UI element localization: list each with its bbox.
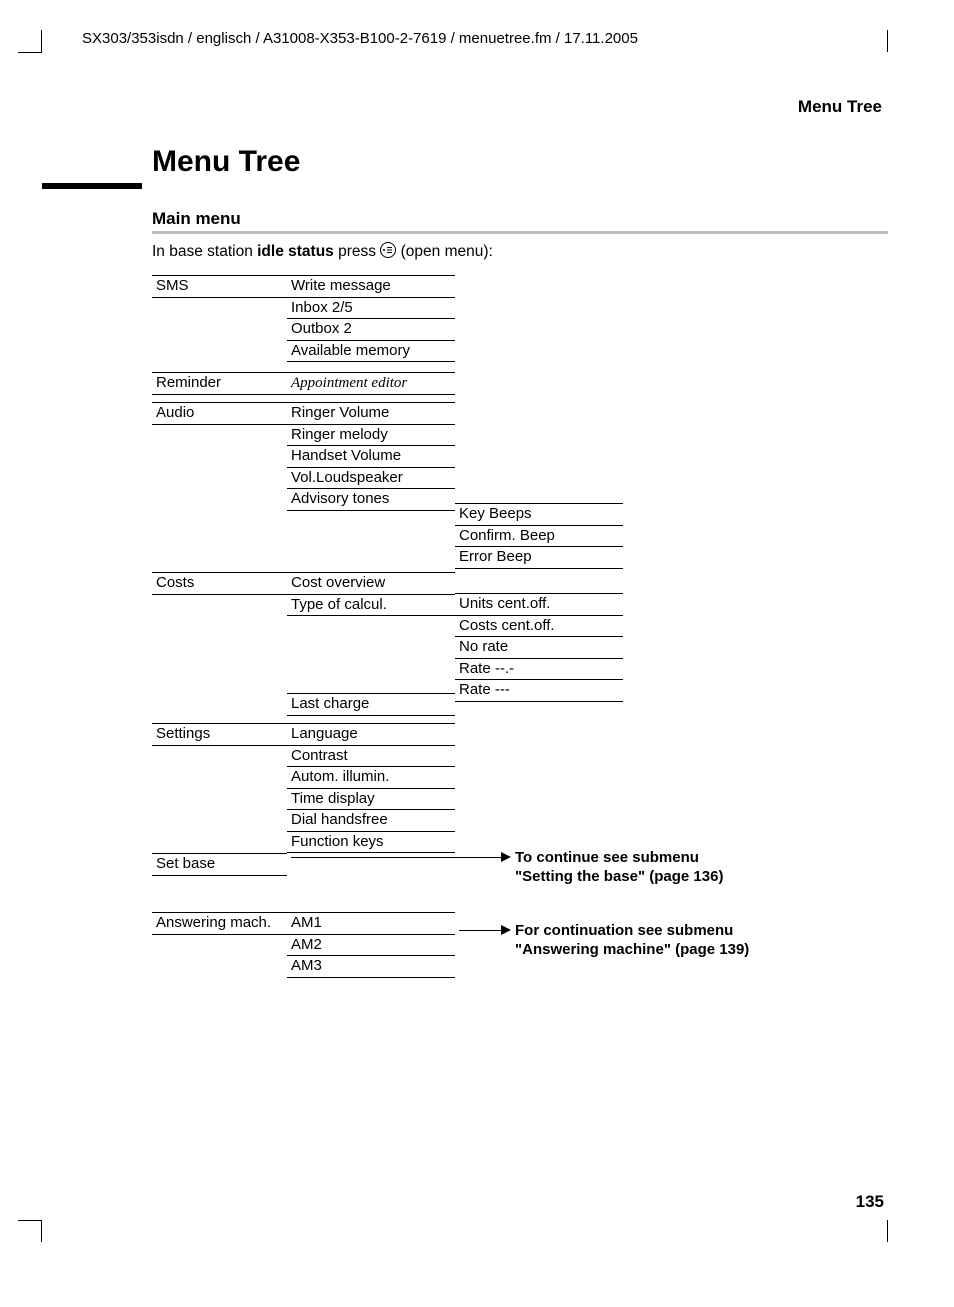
intro-text: In base station idle status press (open … <box>152 242 882 261</box>
menu-reminder-item: Appointment editor <box>287 373 455 395</box>
menu-settings-item: Function keys <box>287 832 455 854</box>
title-accent-bar <box>42 183 142 189</box>
menu-sms: SMS <box>152 276 287 298</box>
crop-mark <box>887 30 888 52</box>
menu-settings-item: Contrast <box>287 746 455 768</box>
arrow-line <box>291 857 501 858</box>
menu-calcul-sub: Rate --.- <box>455 659 623 681</box>
menu-advisory-sub: Error Beep <box>455 547 623 569</box>
ansmach-note-line2: "Answering machine" (page 139) <box>515 941 749 958</box>
menu-calcul-sub: Units cent.off. <box>455 594 623 616</box>
crop-mark <box>41 1220 42 1242</box>
menu-calcul-sub: Rate --- <box>455 680 623 702</box>
page-title: Menu Tree <box>152 145 882 179</box>
menu-settings-item: Autom. illumin. <box>287 767 455 789</box>
menu-audio-item: Advisory tones <box>287 489 455 511</box>
menu-advisory-sub: Confirm. Beep <box>455 526 623 548</box>
running-head: Menu Tree <box>82 97 882 117</box>
setbase-note: To continue see submenu "Setting the bas… <box>515 848 723 886</box>
crop-mark <box>18 52 42 53</box>
menu-ansmach: Answering mach. <box>152 913 287 935</box>
menu-ansmach-item: AM2 <box>287 935 455 957</box>
menu-audio-item: Ringer melody <box>287 425 455 447</box>
menu-audio-item: Vol.Loudspeaker <box>287 468 455 490</box>
menu-settings-item: Language <box>287 724 455 746</box>
menu-sms-item: Outbox 2 <box>287 319 455 341</box>
menu-setbase: Set base <box>152 854 287 876</box>
setbase-note-line2: "Setting the base" (page 136) <box>515 868 723 885</box>
menu-ansmach-item: AM3 <box>287 956 455 978</box>
menu-costs-tail: Last charge <box>287 694 455 716</box>
menu-audio-item: Handset Volume <box>287 446 455 468</box>
menu-settings: Settings <box>152 724 287 746</box>
menu-tree: SMS Write message Inbox 2/5 Outbox 2 Ava… <box>152 275 892 985</box>
menu-costs: Costs <box>152 573 287 595</box>
page-number: 135 <box>856 1192 884 1212</box>
crop-mark <box>887 1220 888 1242</box>
menu-advisory-sub: Key Beeps <box>455 504 623 526</box>
menu-costs-item: Cost overview <box>287 573 455 595</box>
menu-costs-item: Type of calcul. <box>287 595 455 617</box>
arrow-head-icon <box>501 852 511 862</box>
menu-settings-item: Dial handsfree <box>287 810 455 832</box>
menu-sms-item: Available memory <box>287 341 455 363</box>
intro-suffix: (open menu): <box>396 243 493 260</box>
menu-calcul-sub: No rate <box>455 637 623 659</box>
menu-calcul-sub: Costs cent.off. <box>455 616 623 638</box>
ansmach-note: For continuation see submenu "Answering … <box>515 921 749 959</box>
menu-ansmach-item: AM1 <box>287 913 455 935</box>
menu-audio: Audio <box>152 403 287 425</box>
crop-mark <box>18 1220 42 1221</box>
intro-bold: idle status <box>257 243 334 260</box>
ansmach-note-line1: For continuation see submenu <box>515 922 733 939</box>
crop-mark <box>41 30 42 52</box>
arrow-head-icon <box>501 925 511 935</box>
section-rule <box>152 231 888 234</box>
setbase-note-line1: To continue see submenu <box>515 849 699 866</box>
intro-mid: press <box>334 243 381 260</box>
menu-audio-item: Ringer Volume <box>287 403 455 425</box>
doc-path: SX303/353isdn / englisch / A31008-X353-B… <box>82 30 882 47</box>
section-heading: Main menu <box>152 209 882 229</box>
open-menu-icon <box>380 242 396 258</box>
menu-reminder: Reminder <box>152 373 287 395</box>
menu-settings-item: Time display <box>287 789 455 811</box>
menu-sms-item: Write message <box>287 276 455 298</box>
menu-sms-item: Inbox 2/5 <box>287 298 455 320</box>
arrow-line <box>459 930 501 931</box>
intro-prefix: In base station <box>152 243 257 260</box>
